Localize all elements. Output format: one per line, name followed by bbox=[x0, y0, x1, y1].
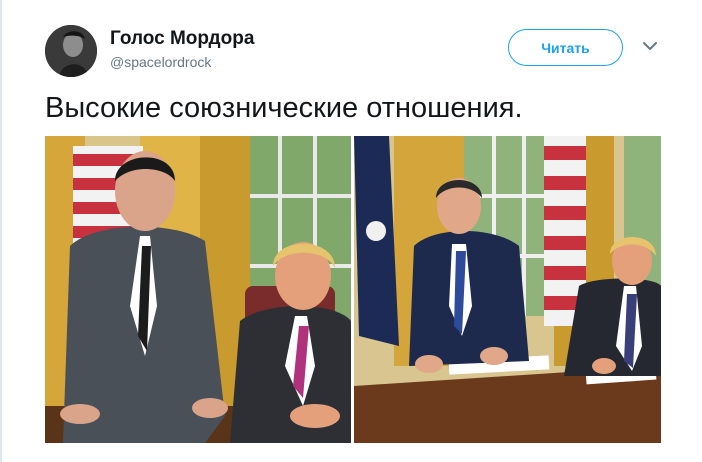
media-photo-right[interactable] bbox=[354, 136, 661, 443]
media-photo-left[interactable] bbox=[45, 136, 351, 443]
chevron-down-icon[interactable] bbox=[641, 39, 659, 53]
follow-button[interactable]: Читать bbox=[508, 29, 623, 66]
tweet-text: Высокие союзнические отношения. bbox=[45, 92, 523, 124]
tweet-media[interactable] bbox=[45, 136, 661, 443]
window-edge bbox=[0, 0, 2, 462]
display-name[interactable]: Голос Мордора bbox=[110, 28, 254, 50]
avatar[interactable] bbox=[45, 25, 97, 77]
user-handle[interactable]: @spacelordrock bbox=[110, 54, 211, 70]
